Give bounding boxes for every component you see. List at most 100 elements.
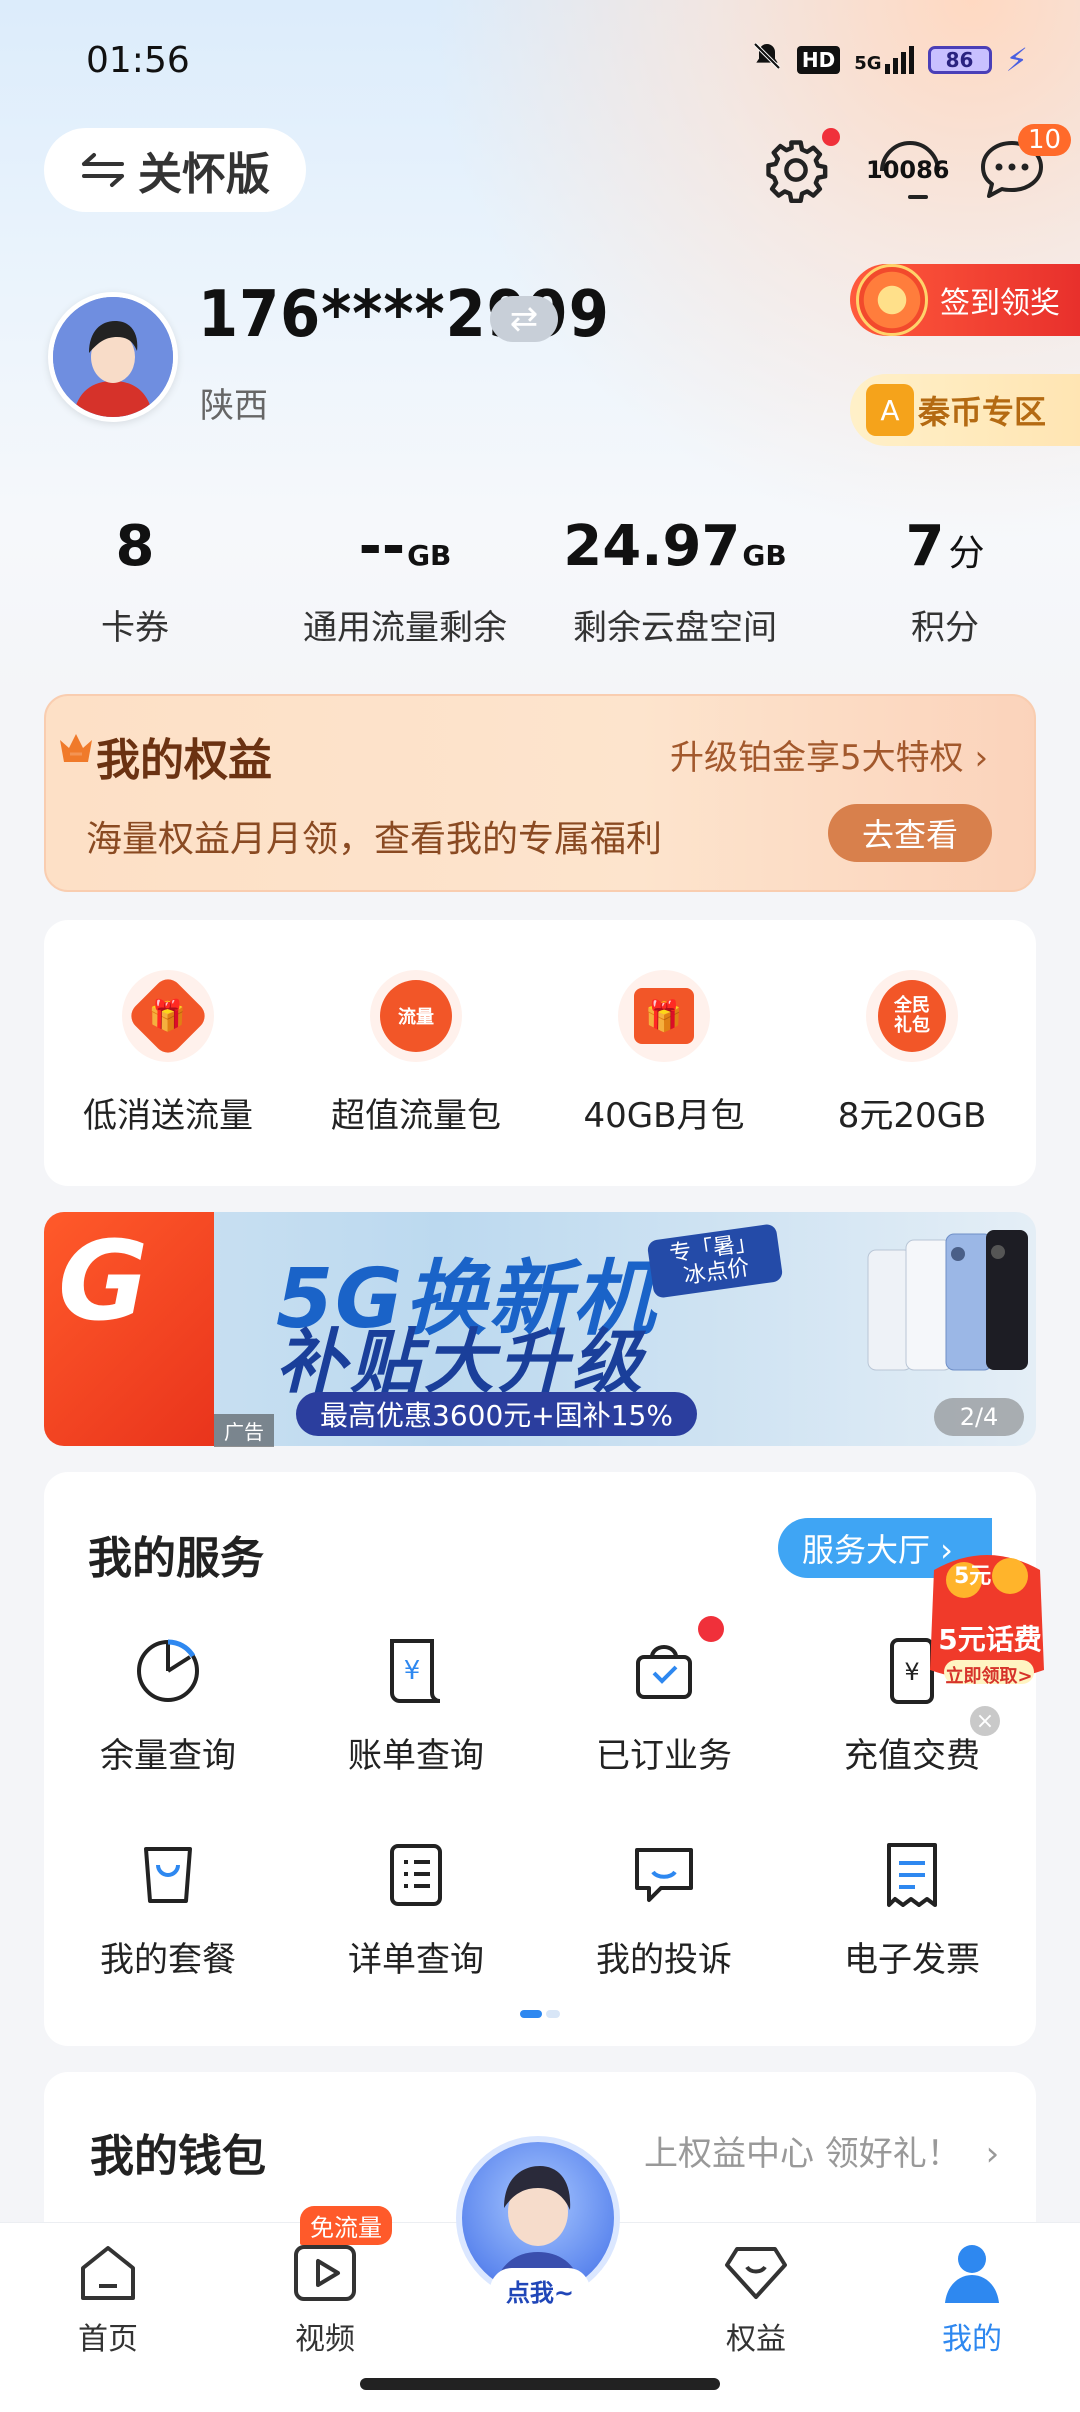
svg-text:¥: ¥ (404, 1656, 421, 1686)
banner-left-glyph: G (58, 1217, 149, 1345)
care-mode-label: 关怀版 (138, 149, 270, 200)
charging-icon: ⚡ (1005, 40, 1028, 79)
invoice-icon (877, 1840, 947, 1910)
nav-video[interactable]: 视频 (255, 2238, 395, 2358)
settings-notification-dot (822, 128, 840, 146)
hd-indicator: HD (796, 45, 841, 74)
quick-item-8yuan-20gb[interactable]: 全民礼包 8元20GB (788, 970, 1036, 1137)
stat-value: 7 (905, 514, 945, 579)
quick-item-label: 低消送流量 (83, 1096, 253, 1136)
quick-item-label: 40GB月包 (583, 1096, 745, 1136)
quick-icon-text: 全民礼包 (878, 980, 946, 1052)
home-indicator[interactable] (360, 2378, 720, 2390)
mute-bell-icon (751, 40, 783, 79)
free-data-badge: 免流量 (300, 2206, 392, 2245)
status-time: 01:56 (86, 40, 190, 81)
stat-cloud-space[interactable]: 24.97GB 剩余云盘空间 (540, 512, 810, 649)
stat-coupons[interactable]: 8 卡券 (0, 512, 270, 649)
promo-cta: 立即领取> (945, 1666, 1033, 1687)
care-mode-button[interactable]: 关怀版 (44, 128, 306, 212)
stat-label: 积分 (911, 608, 979, 648)
signin-reward-label: 签到领奖 (940, 286, 1060, 321)
services-title: 我的服务 (88, 1533, 264, 1584)
stat-unit: GB (407, 539, 452, 572)
gift-icon: 🎁 (618, 970, 710, 1062)
prize-wheel-icon (856, 264, 928, 336)
benefits-center-link[interactable]: 上权益中心 领好礼！ › (644, 2126, 999, 2175)
nav-label: 我的 (942, 2322, 1002, 2357)
pie-clock-icon (133, 1636, 203, 1706)
stat-value: -- (358, 514, 406, 579)
service-label: 我的套餐 (100, 1940, 236, 1980)
upgrade-platinum-link[interactable]: 升级铂金享5大特权 › (670, 730, 988, 779)
page-dot-active (520, 2010, 542, 2018)
hotline-label: 10086 (866, 156, 950, 184)
service-bill-query[interactable]: ¥ 账单查询 (292, 1636, 540, 1777)
phone-credit-promo[interactable]: 5元 5元话费 立即领取> (914, 1540, 1060, 1696)
view-benefits-button[interactable]: 去查看 (828, 804, 992, 862)
banner-offer: 最高优惠3600元+国补15% (296, 1392, 697, 1436)
service-balance-query[interactable]: 余量查询 (44, 1636, 292, 1777)
home-icon (73, 2238, 143, 2308)
stat-points[interactable]: 7分 积分 (810, 512, 1080, 649)
service-complaint[interactable]: 我的投诉 (540, 1840, 788, 1981)
crown-icon (60, 734, 92, 762)
quick-item-low-spend-data[interactable]: 🎁 低消送流量 (44, 970, 292, 1137)
service-label: 详单查询 (348, 1940, 484, 1980)
stat-data-remaining[interactable]: --GB 通用流量剩余 (270, 512, 540, 649)
stat-unit: 分 (948, 533, 985, 574)
bill-icon: ¥ (381, 1636, 451, 1706)
stat-value: 8 (115, 514, 155, 579)
page-dot (546, 2010, 560, 2018)
money-bag-icon: 流量 (370, 970, 462, 1062)
promo-label: 5元话费 (938, 1623, 1042, 1656)
nav-label: 权益 (726, 2322, 786, 2357)
avatar[interactable] (48, 292, 178, 422)
status-icons: HD 5G 86 ⚡ (751, 40, 1028, 79)
service-subscribed[interactable]: 已订业务 (540, 1636, 788, 1777)
service-label: 我的投诉 (596, 1940, 732, 1980)
service-e-invoice[interactable]: 电子发票 (788, 1840, 1036, 1981)
coin-zone-label: 秦币专区 (918, 393, 1047, 431)
province-label: 陕西 (200, 386, 268, 426)
message-count-badge: 10 (1018, 124, 1072, 156)
close-icon: × (975, 1708, 995, 1734)
quick-item-label: 8元20GB (837, 1096, 987, 1136)
nav-me[interactable]: 我的 (902, 2238, 1042, 2358)
assistant-label: 点我~ (490, 2268, 590, 2312)
subscribed-notification-dot (698, 1616, 724, 1642)
switch-account-button[interactable]: ⇄ (490, 296, 558, 342)
nav-label: 视频 (295, 2322, 355, 2357)
service-my-plan[interactable]: 我的套餐 (44, 1840, 292, 1981)
quick-icon-text: 流量 (380, 980, 452, 1052)
wallet-link-label: 上权益中心 领好礼！ (644, 2134, 961, 2174)
benefits-description: 海量权益月月领，查看我的专属福利 (86, 819, 663, 860)
nav-benefits[interactable]: 权益 (686, 2238, 826, 2358)
hotline-button[interactable]: 10086 (860, 130, 960, 210)
promo-close-button[interactable]: × (970, 1706, 1000, 1736)
service-label: 已订业务 (596, 1736, 732, 1776)
services-page-dots (520, 2010, 560, 2018)
stat-unit: GB (742, 539, 787, 572)
quick-item-label: 超值流量包 (331, 1096, 501, 1136)
quick-item-value-data-pack[interactable]: 流量 超值流量包 (292, 970, 540, 1137)
signal-icon: 5G (854, 45, 914, 74)
battery-indicator: 86 (927, 45, 992, 74)
diamond-icon (721, 2238, 791, 2308)
gear-icon (766, 140, 828, 203)
play-video-icon (290, 2238, 360, 2308)
service-detail-query[interactable]: 详单查询 (292, 1840, 540, 1981)
feedback-bubble-icon (629, 1840, 699, 1910)
user-icon (937, 2238, 1007, 2308)
shopping-bag-check-icon (629, 1636, 699, 1706)
quick-item-40gb-monthly[interactable]: 🎁 40GB月包 (540, 970, 788, 1137)
coin-glyph: A (880, 393, 900, 427)
banner-page-indicator: 2/4 (934, 1398, 1024, 1436)
chevron-right-icon: › (985, 2134, 1000, 2174)
network-type: 5G (854, 52, 882, 74)
stat-value: 24.97 (563, 514, 741, 579)
service-label: 账单查询 (348, 1736, 484, 1776)
bag-icon (133, 1840, 203, 1910)
wallet-title: 我的钱包 (90, 2131, 266, 2182)
nav-home[interactable]: 首页 (38, 2238, 178, 2358)
